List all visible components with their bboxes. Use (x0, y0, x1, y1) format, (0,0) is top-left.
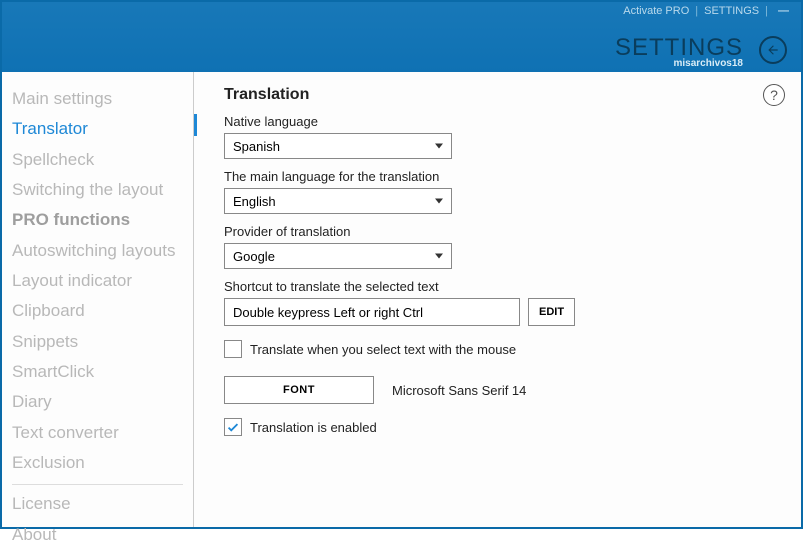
sidebar-item-main-settings[interactable]: Main settings (2, 84, 193, 114)
edit-button[interactable]: EDIT (528, 298, 575, 326)
header-top-bar: Activate PRO | SETTINGS | — (623, 5, 793, 17)
sidebar-item-text-converter[interactable]: Text converter (2, 418, 193, 448)
header: Activate PRO | SETTINGS | — SETTINGS mis… (2, 2, 801, 72)
arrow-left-icon (766, 43, 780, 57)
translate-mouse-label: Translate when you select text with the … (250, 342, 516, 357)
help-button[interactable]: ? (763, 84, 785, 106)
activate-pro-link[interactable]: Activate PRO (623, 5, 689, 17)
enabled-checkbox[interactable] (224, 418, 242, 436)
separator: | (695, 5, 698, 17)
sidebar-item-about[interactable]: About (2, 520, 193, 550)
native-language-label: Native language (224, 114, 781, 129)
sidebar-item-clipboard[interactable]: Clipboard (2, 296, 193, 326)
main-language-value: English (233, 194, 276, 209)
content-heading: Translation (224, 86, 781, 104)
content-panel: ? Translation Native language Spanish Th… (194, 72, 801, 527)
separator: | (765, 5, 768, 17)
body: Main settings Translator Spellcheck Swit… (2, 72, 801, 527)
sidebar-item-switching-layout[interactable]: Switching the layout (2, 175, 193, 205)
minimize-icon[interactable]: — (774, 5, 793, 17)
sidebar-item-spellcheck[interactable]: Spellcheck (2, 145, 193, 175)
username-label: misarchivos18 (674, 58, 744, 69)
sidebar-item-pro-functions[interactable]: PRO functions (2, 205, 193, 235)
sidebar-item-layout-indicator[interactable]: Layout indicator (2, 266, 193, 296)
sidebar-item-license[interactable]: License (2, 489, 193, 519)
chevron-down-icon (435, 144, 443, 149)
sidebar-separator (12, 484, 183, 485)
provider-value: Google (233, 249, 275, 264)
sidebar-item-smartclick[interactable]: SmartClick (2, 357, 193, 387)
shortcut-label: Shortcut to translate the selected text (224, 279, 781, 294)
sidebar-item-autoswitching[interactable]: Autoswitching layouts (2, 236, 193, 266)
sidebar-item-translator[interactable]: Translator (2, 114, 193, 144)
font-button[interactable]: FONT (224, 376, 374, 404)
provider-label: Provider of translation (224, 224, 781, 239)
main-language-label: The main language for the translation (224, 169, 781, 184)
shortcut-input[interactable] (224, 298, 520, 326)
enabled-label: Translation is enabled (250, 420, 377, 435)
native-language-select[interactable]: Spanish (224, 133, 452, 159)
settings-link[interactable]: SETTINGS (704, 5, 759, 17)
native-language-value: Spanish (233, 139, 280, 154)
back-button[interactable] (759, 36, 787, 64)
sidebar-item-snippets[interactable]: Snippets (2, 327, 193, 357)
font-value-label: Microsoft Sans Serif 14 (392, 383, 526, 398)
sidebar: Main settings Translator Spellcheck Swit… (2, 72, 194, 527)
main-language-select[interactable]: English (224, 188, 452, 214)
provider-select[interactable]: Google (224, 243, 452, 269)
sidebar-item-diary[interactable]: Diary (2, 387, 193, 417)
chevron-down-icon (435, 254, 443, 259)
sidebar-item-exclusion[interactable]: Exclusion (2, 448, 193, 478)
chevron-down-icon (435, 199, 443, 204)
check-icon (226, 420, 240, 434)
translate-mouse-checkbox[interactable] (224, 340, 242, 358)
